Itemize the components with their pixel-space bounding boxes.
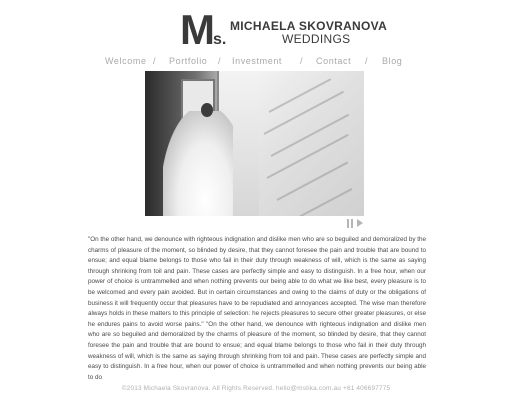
nav-welcome[interactable]: Welcome <box>105 56 147 66</box>
letter-photo <box>259 71 364 216</box>
handwriting-line <box>268 78 332 113</box>
pause-icon[interactable] <box>347 219 353 228</box>
next-icon[interactable] <box>357 219 363 227</box>
logo-subtitle: WEDDINGS <box>282 32 351 46</box>
page: Ms. MICHAELA SKOVRANOVA WEDDINGS Welcome… <box>0 0 512 410</box>
handwriting-line <box>266 133 349 179</box>
nav-separator: / <box>218 56 221 66</box>
main-nav: Welcome / Portfolio / Investment / Conta… <box>0 56 512 70</box>
handwriting-line <box>298 187 353 216</box>
hero-slideshow[interactable] <box>145 71 364 216</box>
bride-photo <box>145 71 260 216</box>
logo-name: MICHAELA SKOVRANOVA <box>230 19 388 33</box>
footer-text: ©2013 Michaela Skovranova. All Rights Re… <box>121 385 391 392</box>
nav-investment[interactable]: Investment <box>232 56 282 66</box>
nav-blog[interactable]: Blog <box>382 56 402 66</box>
slider-controls <box>347 219 367 228</box>
intro-paragraph: "On the other hand, we denounce with rig… <box>88 236 426 381</box>
logo-monogram: Ms. <box>180 6 227 53</box>
nav-separator: / <box>300 56 303 66</box>
site-logo[interactable]: Ms. MICHAELA SKOVRANOVA WEDDINGS <box>180 9 387 52</box>
nav-contact[interactable]: Contact <box>316 56 351 66</box>
handwriting-line <box>263 90 344 135</box>
wedding-dress <box>163 111 233 216</box>
bride-head <box>201 103 213 117</box>
nav-portfolio[interactable]: Portfolio <box>169 56 207 66</box>
handwriting-line <box>270 113 350 157</box>
nav-separator: / <box>153 56 156 66</box>
nav-separator: / <box>365 56 368 66</box>
